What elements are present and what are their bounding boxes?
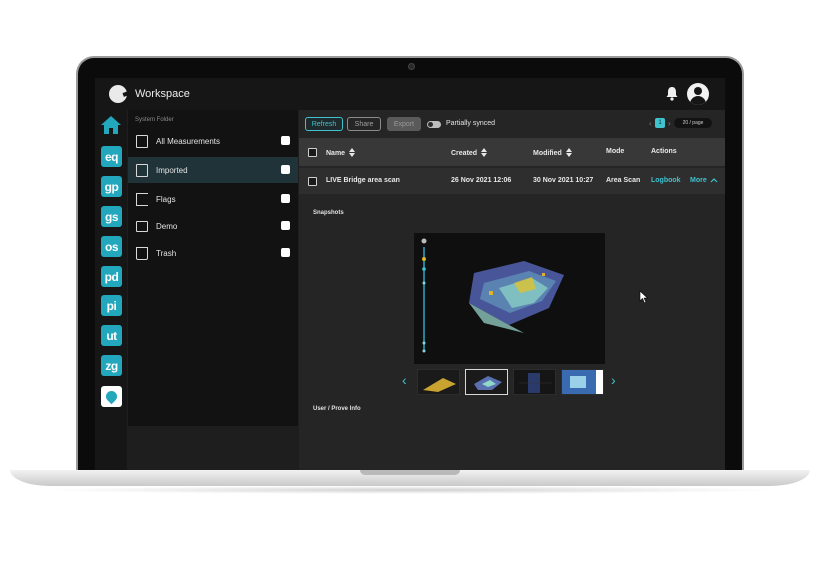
folder-label: Flags [156, 194, 176, 204]
sort-icon[interactable] [565, 148, 572, 157]
laptop-lid: Workspace eq gp gs os pd pi ut zg System… [76, 56, 744, 472]
sort-icon[interactable] [481, 148, 488, 157]
chevron-right-icon[interactable]: › [668, 119, 671, 128]
camera [408, 63, 415, 70]
app-gs-button[interactable]: gs [101, 206, 122, 227]
app-ut-button[interactable]: ut [101, 325, 122, 346]
snapshot-thumbnails [417, 369, 605, 395]
select-all-checkbox[interactable] [308, 148, 317, 157]
laptop-base [10, 470, 810, 486]
more-link[interactable]: More [690, 177, 707, 184]
home-icon[interactable] [100, 114, 122, 136]
mouse-cursor-icon [639, 290, 649, 304]
folder-label: Demo [156, 221, 178, 231]
app-pd-button[interactable]: pd [101, 266, 122, 287]
column-name[interactable]: Name [326, 148, 356, 157]
drop-icon [103, 388, 120, 405]
app-pi-button[interactable]: pi [101, 295, 122, 316]
column-actions: Actions [651, 148, 677, 155]
user-avatar-icon[interactable] [687, 83, 709, 105]
app-rail: eq gp gs os pd pi ut zg [95, 110, 127, 470]
workspace-title: Workspace [135, 88, 190, 100]
share-button[interactable]: Share [347, 117, 381, 131]
table-header: Name Created Modified Mode Actions [299, 138, 725, 166]
app-os-button[interactable]: os [101, 236, 122, 257]
table-row[interactable]: LIVE Bridge area scan 26 Nov 2021 12:06 … [299, 168, 725, 194]
folder-label: All Measurements [156, 136, 221, 146]
app-eq-button[interactable]: eq [101, 146, 122, 167]
folder-checkbox[interactable] [281, 248, 290, 257]
folder-checkbox[interactable] [281, 221, 290, 230]
folder-checkbox[interactable] [281, 194, 290, 203]
flag-icon [136, 192, 148, 206]
folder-label: Trash [156, 248, 177, 258]
column-modified[interactable]: Modified [533, 148, 572, 157]
folder-panel: System Folder All Measurements Imported … [128, 110, 298, 426]
row-mode: Area Scan [606, 177, 641, 184]
snapshot-viewer[interactable] [414, 233, 605, 364]
logbook-link[interactable]: Logbook [651, 177, 681, 184]
bell-icon[interactable] [665, 86, 679, 101]
system-folder-label: System Folder [135, 117, 174, 123]
thumbnail-selected[interactable] [465, 369, 508, 395]
thumbnail[interactable] [561, 369, 604, 395]
folder-icon [136, 220, 148, 232]
chevron-up-icon[interactable] [710, 177, 718, 183]
app-drop-button[interactable] [101, 386, 122, 407]
main-panel: Refresh Share Export Partially synced ‹ … [299, 110, 725, 470]
sync-toggle[interactable] [427, 121, 441, 128]
app-header: Workspace [95, 78, 725, 110]
folder-flags[interactable]: Flags [128, 186, 298, 212]
laptop-shadow [40, 486, 780, 494]
folder-label: Imported [156, 165, 188, 175]
refresh-button[interactable]: Refresh [305, 117, 343, 131]
user-prove-info-label: User / Prove Info [313, 406, 361, 412]
column-created[interactable]: Created [451, 148, 488, 157]
folder-checkbox[interactable] [281, 136, 290, 145]
sort-icon[interactable] [349, 148, 356, 157]
laptop-notch [360, 470, 460, 475]
document-icon [136, 134, 148, 148]
column-name-label: Name [326, 150, 346, 157]
scan-3d-image [421, 238, 564, 353]
app-logo-icon [109, 85, 127, 103]
folder-demo[interactable]: Demo [128, 213, 298, 239]
folder-all-measurements[interactable]: All Measurements [128, 128, 298, 154]
thumbnail[interactable] [513, 369, 556, 395]
chevron-right-icon[interactable]: › [611, 372, 616, 388]
import-icon [136, 163, 148, 177]
row-name: LIVE Bridge area scan [326, 177, 400, 184]
column-created-label: Created [451, 150, 478, 157]
trash-icon [136, 246, 148, 260]
snapshots-label: Snapshots [313, 210, 344, 216]
column-mode: Mode [606, 148, 625, 155]
sync-status-label: Partially synced [446, 120, 496, 127]
row-created: 26 Nov 2021 12:06 [451, 177, 512, 184]
folder-trash[interactable]: Trash [128, 240, 298, 266]
thumbnail[interactable] [417, 369, 460, 395]
page-number[interactable]: 1 [655, 118, 665, 128]
row-checkbox[interactable] [308, 177, 317, 186]
chevron-left-icon[interactable]: ‹ [649, 119, 652, 128]
per-page-select[interactable]: 20 / page [674, 118, 712, 128]
export-button[interactable]: Export [387, 117, 421, 131]
app-screen: Workspace eq gp gs os pd pi ut zg System… [95, 78, 725, 470]
column-modified-label: Modified [533, 150, 562, 157]
toolbar: Refresh Share Export Partially synced ‹ … [299, 110, 725, 137]
folder-checkbox[interactable] [281, 165, 290, 174]
folder-imported[interactable]: Imported [128, 157, 298, 183]
row-modified: 30 Nov 2021 10:27 [533, 177, 594, 184]
app-gp-button[interactable]: gp [101, 176, 122, 197]
chevron-left-icon[interactable]: ‹ [402, 372, 407, 388]
app-zg-button[interactable]: zg [101, 355, 122, 376]
